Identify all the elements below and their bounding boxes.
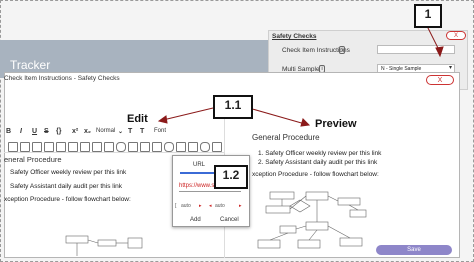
panel-close-button[interactable]: X: [446, 31, 466, 40]
indent-icon[interactable]: [68, 142, 78, 152]
link-icon[interactable]: [128, 142, 138, 152]
emoji-icon[interactable]: [164, 142, 174, 152]
check-item-instructions-field[interactable]: [377, 45, 455, 54]
input-underline: [179, 191, 241, 192]
size-controls: [ auto ▸ ◂ auto ▸: [175, 203, 247, 211]
text-color-icon[interactable]: T: [128, 128, 132, 135]
editor-toolbar: B I U S {} x² x₂ Normal ⌄ T T Font: [4, 128, 224, 138]
align-center-icon[interactable]: [20, 142, 30, 152]
highlight-icon[interactable]: [116, 142, 126, 152]
undo-icon[interactable]: [200, 142, 210, 152]
code-button[interactable]: {}: [56, 128, 61, 135]
chevron-left-icon[interactable]: ◂: [209, 203, 212, 209]
chevron-right-icon[interactable]: ▸: [239, 203, 242, 209]
preview-annotation: Preview: [315, 118, 357, 130]
style-select[interactable]: Normal: [96, 128, 115, 134]
editor-list-item[interactable]: Safety Assistant daily audit per this li…: [10, 183, 122, 190]
quote-icon[interactable]: [92, 142, 102, 152]
text-size-icon[interactable]: T: [140, 128, 144, 135]
italic-button[interactable]: I: [20, 128, 22, 135]
chevron-down-icon: ⌄: [118, 129, 124, 135]
editor-paragraph[interactable]: xception Procedure - follow flowchart be…: [4, 196, 131, 203]
preview-list-item: 2. Safety Assistant daily audit per this…: [258, 159, 378, 166]
strikethrough-button[interactable]: S: [44, 128, 49, 135]
clear-format-icon[interactable]: [188, 142, 198, 152]
chevron-down-icon: ▾: [449, 65, 453, 71]
add-button[interactable]: Add: [190, 217, 201, 223]
edit-icon[interactable]: [140, 142, 150, 152]
editor-list-item[interactable]: Safety Officer weekly review per this li…: [10, 169, 126, 176]
table-icon[interactable]: [104, 142, 114, 152]
outdent-icon[interactable]: [80, 142, 90, 152]
callout-1-1: 1.1: [213, 95, 253, 119]
bracket-icon: [: [175, 203, 177, 209]
modal-close-button[interactable]: X: [426, 75, 454, 85]
edit-annotation: Edit: [127, 113, 148, 125]
editor-heading[interactable]: eneral Procedure: [4, 155, 62, 164]
cancel-button[interactable]: Cancel: [220, 217, 239, 223]
chevron-right-icon[interactable]: ▸: [199, 203, 202, 209]
width-input[interactable]: auto: [181, 203, 191, 209]
underline-button[interactable]: U: [32, 128, 37, 135]
save-button[interactable]: Save: [376, 245, 452, 255]
info-icon[interactable]: i: [339, 46, 345, 54]
grid-icon[interactable]: [176, 142, 186, 152]
font-select[interactable]: Font: [154, 128, 166, 134]
divider: [4, 152, 224, 153]
align-right-icon[interactable]: [32, 142, 42, 152]
callout-1-2: 1.2: [214, 165, 248, 189]
url-tab[interactable]: URL: [193, 162, 205, 168]
superscript-button[interactable]: x²: [72, 128, 78, 135]
list-ordered-icon[interactable]: [44, 142, 54, 152]
align-left-icon[interactable]: [8, 142, 18, 152]
bold-button[interactable]: B: [6, 128, 11, 135]
image-icon[interactable]: [152, 142, 162, 152]
preview-heading: General Procedure: [252, 133, 320, 142]
callout-1: 1: [414, 4, 442, 28]
list-bullet-icon[interactable]: [56, 142, 66, 152]
editor-toolbar-secondary: [4, 142, 224, 152]
height-input[interactable]: auto: [215, 203, 225, 209]
safety-checks-title: Safety Checks: [272, 33, 317, 40]
preview-paragraph: xception Procedure - follow flowchart be…: [252, 171, 379, 178]
preview-list-item: 1. Safety Officer weekly review per this…: [258, 150, 382, 157]
modal-title: Check Item Instructions - Safety Checks: [4, 75, 120, 82]
subscript-button[interactable]: x₂: [84, 128, 91, 135]
redo-icon[interactable]: [212, 142, 222, 152]
background-title: Tracker: [10, 58, 51, 72]
